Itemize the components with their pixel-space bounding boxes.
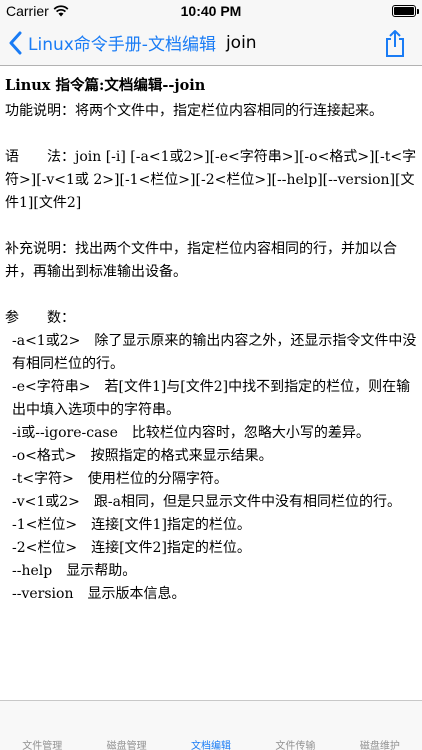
navigation-bar: Linux命令手册-文档编辑 join [0,22,422,66]
function-description: 功能说明：将两个文件中，指定栏位内容相同的行连接起来。 [5,103,383,119]
article-content: Linux 指令篇:文档编辑--join 功能说明：将两个文件中，指定栏位内容相… [0,66,422,700]
param-item: -i或--igore-case 比较栏位内容时，忽略大小写的差异。 [12,425,370,441]
param-item: -t<字符> 使用栏位的分隔字符。 [12,471,228,487]
chevron-left-icon [9,31,22,54]
back-button-label: Linux命令手册-文档编辑 [28,35,216,55]
param-item: -o<格式> 按照指定的格式来显示结果。 [12,448,273,464]
syntax-text: 语 法：join [-i] [-a<1或2>][-e<字符串>][-o<格式>]… [5,149,417,211]
param-item: -a<1或2> 除了显示原来的输出内容之外，还显示指令文件中没有相同栏位的行。 [12,333,417,372]
tab-bar: 文件管理 磁盘管理 文档编辑 文件传输 磁盘维护 [0,700,422,750]
tab-file-transfer[interactable]: 文件传输 [253,701,337,750]
param-item: -e<字符串> 若[文件1]与[文件2]中找不到指定的栏位，则在输出中填入选项中… [12,379,411,418]
param-item: --version 显示版本信息。 [12,586,186,602]
params-label: 参 数： [5,310,75,326]
param-item: -2<栏位> 连接[文件2]指定的栏位。 [12,540,251,556]
tab-file-management[interactable]: 文件管理 [0,701,84,750]
param-item: -1<栏位> 连接[文件1]指定的栏位。 [12,517,251,533]
status-right [392,5,419,17]
supplement-text: 补充说明：找出两个文件中，指定栏位内容相同的行，并加以合并，再输出到标准输出设备… [5,241,397,280]
status-time: 10:40 PM [180,3,242,19]
article-heading: Linux 指令篇:文档编辑--join [5,77,206,94]
battery-icon [392,5,419,17]
status-bar: Carrier 10:40 PM [0,0,422,22]
back-button[interactable]: Linux命令手册-文档编辑 join [8,30,257,55]
share-icon[interactable] [382,28,408,58]
tab-disk-management[interactable]: 磁盘管理 [84,701,168,750]
param-item: --help 显示帮助。 [12,563,137,579]
tab-document-editing[interactable]: 文档编辑 [169,701,253,750]
param-item: -v<1或2> 跟-a相同，但是只显示文件中没有相同栏位的行。 [12,494,401,510]
page-title: join [225,32,257,53]
tab-disk-maintenance[interactable]: 磁盘维护 [338,701,422,750]
